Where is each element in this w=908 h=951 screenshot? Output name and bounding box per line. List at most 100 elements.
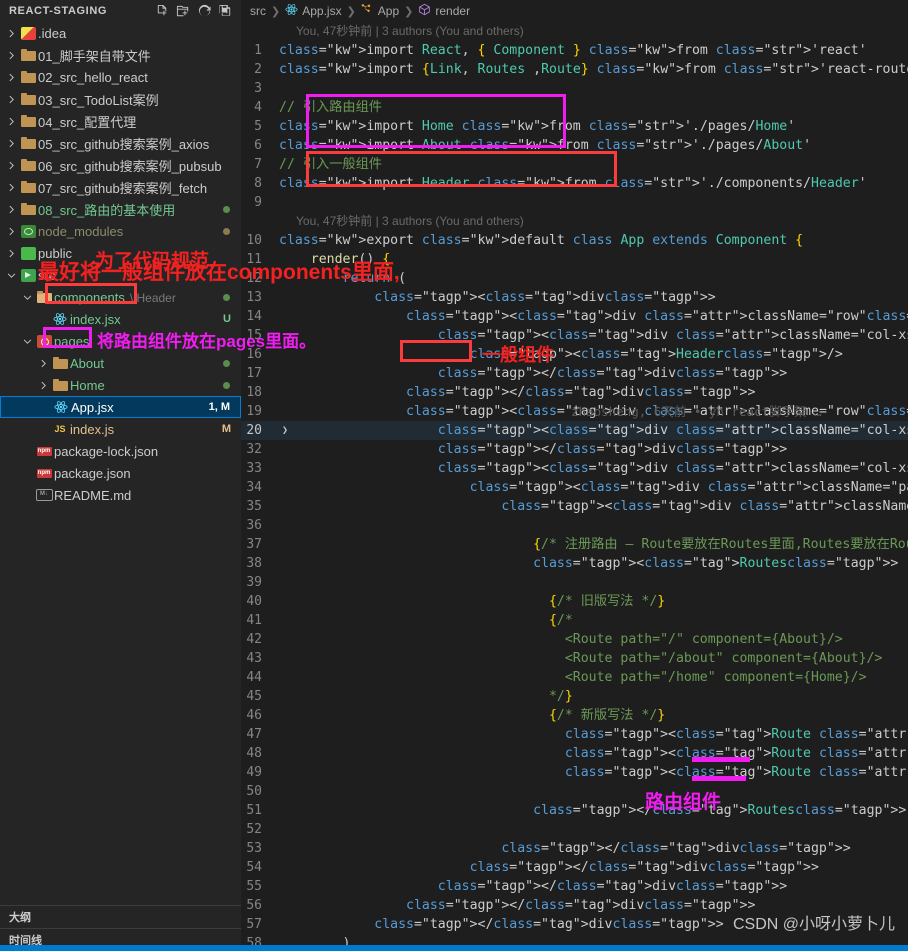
tree-item-07_src_github_fetch[interactable]: 07_src_github搜索案例_fetch bbox=[0, 176, 241, 198]
code-line[interactable]: 16 class="tagp"><class="tag">Headerclass… bbox=[241, 345, 908, 364]
code-line[interactable]: 49 class="tagp"><class="tag">Route class… bbox=[241, 763, 908, 782]
code-line[interactable]: 38 class="tagp"><class="tag">Routesclass… bbox=[241, 554, 908, 573]
breadcrumb-item-appjsx[interactable]: App.jsx bbox=[285, 3, 342, 19]
code-line[interactable]: 20 ❯ class="tagp"><class="tag">div class=… bbox=[241, 421, 908, 440]
tree-item-06_src_github_pubsub[interactable]: 06_src_github搜索案例_pubsub bbox=[0, 154, 241, 176]
code-line[interactable]: 1 class="kw">import React, { Component } … bbox=[241, 41, 908, 60]
tree-item-README.md[interactable]: M↓ README.md bbox=[0, 484, 241, 506]
tree-item-src[interactable]: src bbox=[0, 264, 241, 286]
code-line[interactable]: 12 return ( bbox=[241, 269, 908, 288]
breadcrumb-item-src[interactable]: src bbox=[250, 4, 266, 18]
tree-item-label: public bbox=[38, 245, 72, 261]
code-line[interactable]: 34 class="tagp"><class="tag">div class="… bbox=[241, 478, 908, 497]
tree-item-03_src_TodoList[interactable]: 03_src_TodoList案例 bbox=[0, 88, 241, 110]
tree-item-node_modules[interactable]: node_modules bbox=[0, 220, 241, 242]
new-folder-icon[interactable] bbox=[176, 4, 191, 19]
chevron-right-icon[interactable] bbox=[5, 110, 18, 132]
chevron-down-icon[interactable] bbox=[5, 264, 18, 286]
file-tree[interactable]: .idea 01_脚手架自带文件 02_src_hello_react 03_src_… bbox=[0, 22, 241, 896]
code-line[interactable]: 32 class="tagp"></class="tag">divclass="… bbox=[241, 440, 908, 459]
breadcrumb-item-render[interactable]: render bbox=[418, 3, 470, 19]
code-line[interactable]: 54 class="tagp"></class="tag">divclass="… bbox=[241, 858, 908, 877]
code-content[interactable]: You, 47秒钟前 | 3 authors (You and others) 1… bbox=[241, 22, 908, 951]
code-line[interactable]: 42 <Route path="/" component={About}/> bbox=[241, 630, 908, 649]
code-line[interactable]: 14 class="tagp"><class="tag">div class="… bbox=[241, 307, 908, 326]
code-line[interactable]: 2 class="kw">import {Link, Routes ,Route}… bbox=[241, 60, 908, 79]
code-line[interactable]: 8 class="kw">import Header class="kw">fro… bbox=[241, 174, 908, 193]
chevron-right-icon[interactable] bbox=[37, 374, 50, 396]
tree-item-pages[interactable]: pages bbox=[0, 330, 241, 352]
code-line[interactable]: 37 {/* 注册路由 — Route要放在Routes里面,Routes要放在… bbox=[241, 535, 908, 554]
code-line[interactable]: 43 <Route path="/about" component={About… bbox=[241, 649, 908, 668]
chevron-down-icon[interactable] bbox=[21, 330, 34, 352]
code-line[interactable]: 41 {/* bbox=[241, 611, 908, 630]
tree-item-02_src_hello_react[interactable]: 02_src_hello_react bbox=[0, 66, 241, 88]
refresh-icon[interactable] bbox=[197, 4, 212, 19]
chevron-right-icon[interactable] bbox=[5, 22, 18, 44]
tree-item-components[interactable]: components \ Header bbox=[0, 286, 241, 308]
tree-item-05_src_github_axios[interactable]: 05_src_github搜索案例_axios bbox=[0, 132, 241, 154]
code-line[interactable]: 51 class="tagp"></class="tag">Routesclas… bbox=[241, 801, 908, 820]
code-line[interactable]: 5 class="kw">import Home class="kw">from … bbox=[241, 117, 908, 136]
tree-item-04_src_[interactable]: 04_src_配置代理 bbox=[0, 110, 241, 132]
code-line[interactable]: 39 bbox=[241, 573, 908, 592]
chevron-right-icon[interactable] bbox=[5, 220, 18, 242]
code-line[interactable]: 13 class="tagp"><class="tag">divclass="t… bbox=[241, 288, 908, 307]
code-line[interactable]: 9 bbox=[241, 193, 908, 212]
chevron-right-icon[interactable] bbox=[5, 132, 18, 154]
code-line[interactable]: 15 class="tagp"><class="tag">div class="… bbox=[241, 326, 908, 345]
chevron-right-icon[interactable] bbox=[5, 154, 18, 176]
code-line[interactable]: 17 class="tagp"></class="tag">divclass="… bbox=[241, 364, 908, 383]
tree-item-index.js[interactable]: JS index.js M bbox=[0, 418, 241, 440]
outline-panel[interactable]: 大纲 bbox=[0, 905, 241, 927]
chevron-right-icon[interactable] bbox=[5, 198, 18, 220]
new-file-icon[interactable] bbox=[155, 4, 170, 19]
tree-item-package-lock.json[interactable]: npm package-lock.json bbox=[0, 440, 241, 462]
chevron-right-icon[interactable] bbox=[5, 44, 18, 66]
code-line[interactable]: 11 render() { bbox=[241, 250, 908, 269]
code-line[interactable]: 35 class="tagp"><class="tag">div class="… bbox=[241, 497, 908, 516]
tree-item-About[interactable]: About bbox=[0, 352, 241, 374]
tree-item-label: 04_src_配置代理 bbox=[38, 114, 137, 130]
code-line[interactable]: 4 // 引入路由组件 bbox=[241, 98, 908, 117]
code-line[interactable]: 3 bbox=[241, 79, 908, 98]
code-line[interactable]: 19 class="tagp"><class="tag">div class="… bbox=[241, 402, 908, 421]
chevron-right-icon[interactable] bbox=[5, 242, 18, 264]
breadcrumb-item-app[interactable]: App bbox=[361, 3, 399, 19]
code-line[interactable]: 36 bbox=[241, 516, 908, 535]
folder-icon bbox=[50, 352, 70, 374]
tree-item-badge: U bbox=[223, 313, 231, 325]
code-line[interactable]: 46 {/* 新版写法 */} bbox=[241, 706, 908, 725]
tree-item-package.json[interactable]: npm package.json bbox=[0, 462, 241, 484]
chevron-right-icon[interactable] bbox=[5, 176, 18, 198]
code-line[interactable]: 50 bbox=[241, 782, 908, 801]
code-line[interactable]: 48 class="tagp"><class="tag">Route class… bbox=[241, 744, 908, 763]
code-line[interactable]: 18 class="tagp"></class="tag">divclass="… bbox=[241, 383, 908, 402]
code-line[interactable]: 52 bbox=[241, 820, 908, 839]
tree-item-label: 06_src_github搜索案例_pubsub bbox=[38, 158, 222, 174]
code-line[interactable]: 33 class="tagp"><class="tag">div class="… bbox=[241, 459, 908, 478]
tree-item-index.jsx[interactable]: index.jsx U bbox=[0, 308, 241, 330]
folder-icon bbox=[18, 198, 38, 220]
code-line[interactable]: 10 class="kw">export class="kw">default c… bbox=[241, 231, 908, 250]
tree-item-public[interactable]: public bbox=[0, 242, 241, 264]
tree-item-08_src_[interactable]: 08_src_路由的基本使用 bbox=[0, 198, 241, 220]
tree-item-01_[interactable]: 01_脚手架自带文件 bbox=[0, 44, 241, 66]
code-line[interactable]: 6 class="kw">import About class="kw">from… bbox=[241, 136, 908, 155]
code-line[interactable]: 7 // 引入一般组件 bbox=[241, 155, 908, 174]
code-line[interactable]: 45 */} bbox=[241, 687, 908, 706]
tree-item-Home[interactable]: Home bbox=[0, 374, 241, 396]
line-number: 56 bbox=[246, 898, 262, 913]
code-line[interactable]: 47 class="tagp"><class="tag">Route class… bbox=[241, 725, 908, 744]
code-line[interactable]: 55 class="tagp"></class="tag">divclass="… bbox=[241, 877, 908, 896]
tree-item-.idea[interactable]: .idea bbox=[0, 22, 241, 44]
tree-item-App.jsx[interactable]: App.jsx 1, M bbox=[0, 396, 241, 418]
chevron-right-icon[interactable] bbox=[37, 352, 50, 374]
collapse-all-icon[interactable] bbox=[218, 4, 233, 19]
code-line[interactable]: 40 {/* 旧版写法 */} bbox=[241, 592, 908, 611]
chevron-right-icon[interactable] bbox=[5, 66, 18, 88]
code-line[interactable]: 53 class="tagp"></class="tag">divclass="… bbox=[241, 839, 908, 858]
chevron-down-icon[interactable] bbox=[21, 286, 34, 308]
code-line[interactable]: 44 <Route path="/home" component={Home}/… bbox=[241, 668, 908, 687]
chevron-right-icon[interactable] bbox=[5, 88, 18, 110]
